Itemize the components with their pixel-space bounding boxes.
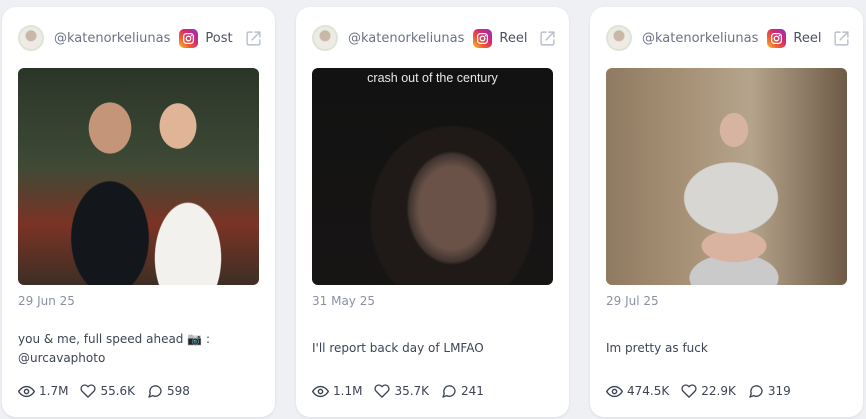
- post-date: 29 Jul 25: [606, 294, 659, 308]
- likes-stat: 22.9K: [681, 383, 736, 399]
- eye-icon: [18, 385, 35, 397]
- post-caption: I'll report back day of LMFAO: [312, 341, 484, 355]
- post-thumbnail[interactable]: crash out of the century: [312, 68, 553, 285]
- post-thumbnail[interactable]: [18, 68, 259, 285]
- likes-count: 35.7K: [394, 384, 430, 398]
- eye-icon: [312, 385, 329, 397]
- avatar[interactable]: [18, 25, 44, 51]
- post-type-label: Reel: [793, 30, 822, 46]
- comment-icon: [749, 385, 763, 398]
- eye-icon: [606, 385, 623, 397]
- post-header: @katenorkeliunas Reel: [606, 23, 850, 53]
- post-thumbnail[interactable]: [606, 68, 847, 285]
- instagram-icon: [473, 28, 493, 48]
- external-link-icon[interactable]: [833, 29, 851, 47]
- views-stat: 1.1M: [312, 383, 362, 400]
- likes-count: 22.9K: [701, 384, 736, 398]
- views-count: 474.5K: [627, 384, 670, 398]
- post-stats: 1.1M 35.7K 241: [312, 382, 496, 400]
- post-stats: 474.5K 22.9K 319: [606, 382, 803, 400]
- views-stat: 474.5K: [606, 383, 669, 400]
- post-date: 29 Jun 25: [18, 294, 75, 308]
- views-count: 1.1M: [333, 384, 363, 398]
- instagram-icon: [767, 28, 787, 48]
- post-caption: Im pretty as fuck: [606, 341, 708, 355]
- post-card[interactable]: @katenorkeliunas Reel crash out of the c…: [296, 7, 569, 417]
- post-type-label: Post: [205, 30, 233, 46]
- comment-icon: [442, 385, 456, 398]
- likes-stat: 35.7K: [374, 383, 429, 399]
- post-caption: you & me, full speed ahead 📷 : @urcavaph…: [18, 332, 211, 365]
- external-link-icon[interactable]: [245, 29, 263, 47]
- views-count: 1.7M: [39, 384, 69, 398]
- heart-icon: [681, 384, 697, 398]
- comments-stat: 241: [441, 383, 484, 399]
- post-date: 31 May 25: [312, 294, 375, 308]
- comments-count: 319: [767, 384, 791, 398]
- likes-stat: 55.6K: [80, 383, 135, 399]
- likes-count: 55.6K: [100, 384, 136, 398]
- comments-stat: 319: [748, 383, 791, 399]
- post-header: @katenorkeliunas Post: [18, 23, 261, 53]
- comments-count: 241: [461, 384, 484, 398]
- heart-icon: [374, 384, 391, 398]
- external-link-icon[interactable]: [539, 29, 557, 47]
- comment-icon: [148, 385, 162, 398]
- instagram-icon: [179, 28, 199, 48]
- comments-count: 598: [167, 384, 190, 398]
- username[interactable]: @katenorkeliunas: [348, 31, 464, 46]
- avatar[interactable]: [606, 25, 632, 51]
- post-card[interactable]: @katenorkeliunas Reel 29 Jul 25 Im prett…: [590, 7, 863, 417]
- post-header: @katenorkeliunas Reel: [312, 23, 556, 53]
- username[interactable]: @katenorkeliunas: [54, 31, 170, 46]
- post-card[interactable]: @katenorkeliunas Post 29 Jun 25 you & me…: [2, 7, 275, 417]
- views-stat: 1.7M: [18, 383, 68, 400]
- avatar[interactable]: [312, 25, 338, 51]
- video-overlay-text: crash out of the century: [367, 71, 498, 85]
- username[interactable]: @katenorkeliunas: [642, 31, 758, 46]
- comments-stat: 598: [147, 383, 190, 399]
- heart-icon: [80, 384, 97, 398]
- post-type-label: Reel: [499, 30, 528, 46]
- post-stats: 1.7M 55.6K 598: [18, 382, 202, 400]
